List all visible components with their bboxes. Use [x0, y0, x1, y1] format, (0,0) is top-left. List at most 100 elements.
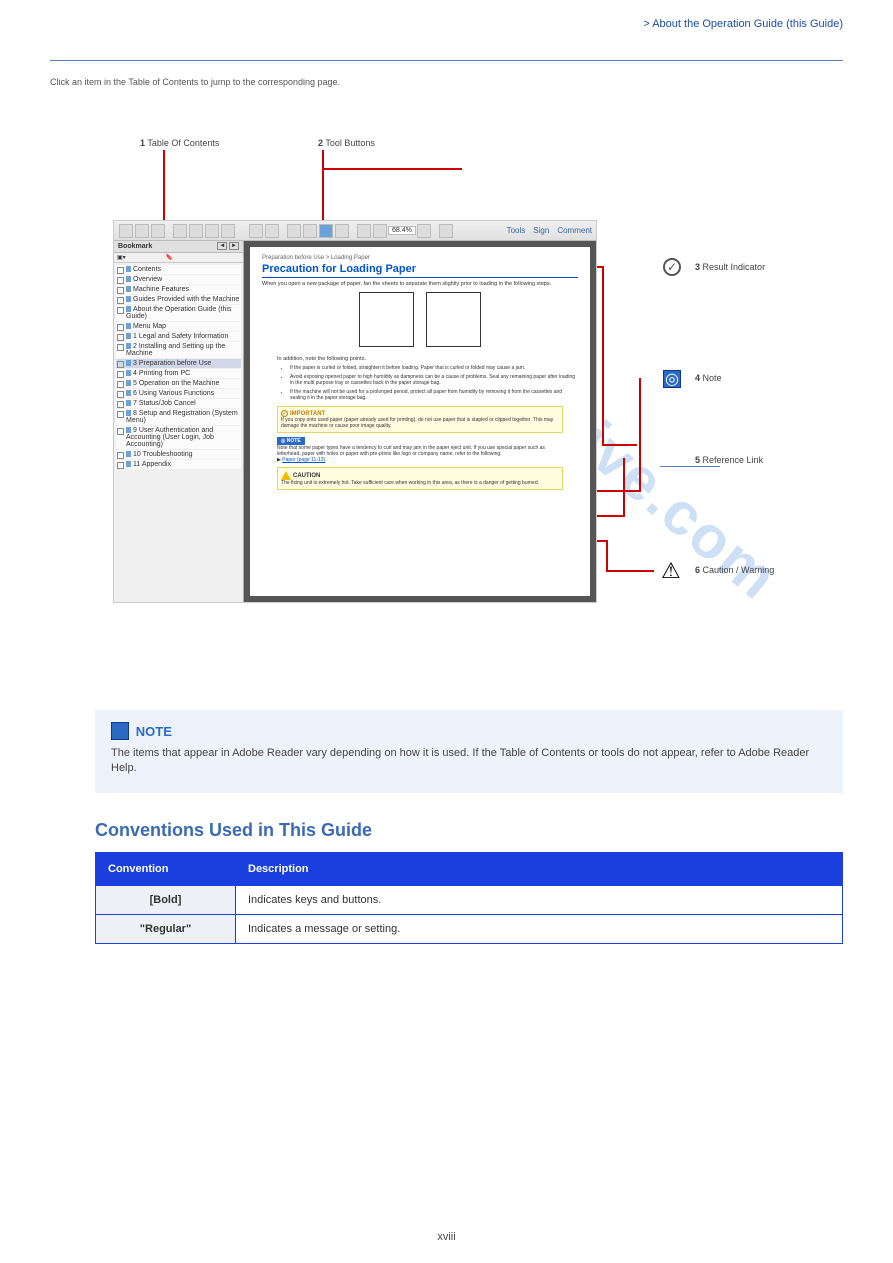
bookmark-item[interactable]: 4 Printing from PC [116, 369, 241, 378]
doc-bullet: If the machine will not be used for a pr… [290, 389, 578, 402]
check-circle-icon: ✓ [663, 258, 681, 276]
toolbar-button[interactable] [173, 224, 187, 238]
callout-line-6b [606, 540, 608, 572]
doc-bullets: If the paper is curled or folded, straig… [262, 365, 578, 402]
note-text: Note that some paper types have a tenden… [277, 445, 563, 457]
callout-line-2a [322, 150, 324, 228]
callout-4: 4 Note [695, 373, 722, 385]
page-note-block: NOTE The items that appear in Adobe Read… [95, 710, 843, 793]
fit-icon[interactable] [439, 224, 453, 238]
doc-lead: When you open a new package of paper, fa… [262, 281, 578, 288]
caution-heading: CAUTION [281, 471, 559, 480]
callout-3: 3 Result Indicator [695, 262, 765, 274]
bookmarks-sidebar: Bookmark ◄ ► ▣▾ 🔖 ContentsOverviewMachin… [114, 241, 244, 602]
callout-1: 1 Table Of Contents [140, 138, 219, 150]
bookmark-item[interactable]: Contents [116, 265, 241, 274]
sidebar-toolbar: ▣▾ 🔖 [114, 253, 243, 263]
doc-illustration [345, 292, 495, 352]
callout-line-4b [639, 378, 641, 492]
toolbar-button[interactable] [151, 224, 165, 238]
page-number: xviii [0, 1231, 893, 1243]
bookmark-item[interactable]: 9 User Authentication and Accounting (Us… [116, 426, 241, 449]
callout-line-6c [606, 570, 654, 572]
bookmark-item[interactable]: 3 Preparation before Use [116, 359, 241, 368]
options-icon[interactable]: ▣▾ [117, 254, 126, 261]
cell-convention: [Bold] [96, 886, 236, 915]
highlighted-tool-icon[interactable] [319, 224, 333, 238]
select-tool-icon[interactable] [303, 224, 317, 238]
conventions-th1: Convention [96, 853, 236, 886]
zoom-out-icon[interactable] [357, 224, 371, 238]
nav-next-icon[interactable]: ► [229, 242, 239, 250]
hand-tool-icon[interactable] [287, 224, 301, 238]
important-heading: ✓IMPORTANT [281, 410, 559, 417]
toolbar-button[interactable] [221, 224, 235, 238]
bookmark-item[interactable]: 6 Using Various Functions [116, 389, 241, 398]
zoom-dropdown-icon[interactable] [417, 224, 431, 238]
pdf-toolbar: 68.4% Tools Sign Comment [114, 221, 596, 241]
callout-line-3c [602, 444, 637, 446]
cell-description: Indicates keys and buttons. [236, 886, 843, 915]
doc-bullet: Avoid exposing opened paper to high humi… [290, 374, 578, 387]
note-block-icon [111, 722, 129, 740]
bookmark-item[interactable]: 10 Troubleshooting [116, 450, 241, 459]
tools-link[interactable]: Tools [507, 226, 526, 235]
table-row: "Regular" Indicates a message or setting… [96, 915, 843, 944]
callout-line-5b [623, 458, 625, 517]
document-area: Preparation before Use > Loading Paper P… [244, 241, 596, 602]
bookmark-item[interactable]: Machine Features [116, 285, 241, 294]
bookmarks-tree: ContentsOverviewMachine FeaturesGuides P… [114, 263, 243, 472]
note-block-text: The items that appear in Adobe Reader va… [111, 746, 827, 777]
callout-2: 2 Tool Buttons [318, 138, 375, 150]
doc-breadcrumb: Preparation before Use > Loading Paper [262, 255, 578, 261]
bookmark-item[interactable]: 7 Status/Job Cancel [116, 399, 241, 408]
bookmark-item[interactable]: 5 Operation on the Machine [116, 379, 241, 388]
note-box: ◎ NOTE Note that some paper types have a… [277, 437, 563, 463]
important-box: ✓IMPORTANT If you copy onto used paper (… [277, 406, 563, 433]
note-heading: ◎ NOTE [277, 437, 305, 445]
bookmark-item[interactable]: Overview [116, 275, 241, 284]
bookmark-item[interactable]: 1 Legal and Safety Information [116, 332, 241, 341]
conventions-th2: Description [236, 853, 843, 886]
bookmark-item[interactable]: About the Operation Guide (this Guide) [116, 305, 241, 321]
zoom-value[interactable]: 68.4% [388, 226, 416, 235]
caution-box: CAUTION The fixing unit is extremely hot… [277, 467, 563, 490]
callout-line-2b [322, 168, 462, 170]
sign-link[interactable]: Sign [533, 226, 549, 235]
bookmark-item[interactable]: 11 Appendix [116, 460, 241, 469]
table-row: [Bold] Indicates keys and buttons. [96, 886, 843, 915]
horizontal-rule [50, 60, 843, 61]
doc-bullet: If the paper is curled or folded, straig… [290, 365, 578, 372]
callout-6: 6 Caution / Warning [695, 565, 774, 577]
note-block-label: NOTE [136, 724, 172, 739]
callout-line-3b [602, 266, 604, 446]
bookmark-item[interactable]: Guides Provided with the Machine [116, 295, 241, 304]
note-link[interactable]: Paper (page 11-13) [282, 457, 325, 463]
important-text: If you copy onto used paper (paper alrea… [281, 417, 559, 429]
note-icon: ◎ [663, 370, 681, 388]
cell-convention: "Regular" [96, 915, 236, 944]
nav-prev-icon[interactable]: ◄ [217, 242, 227, 250]
cell-description: Indicates a message or setting. [236, 915, 843, 944]
bookmark-item[interactable]: 2 Installing and Setting up the Machine [116, 342, 241, 358]
bookmark-item[interactable]: Menu Map [116, 322, 241, 331]
toolbar-button[interactable] [135, 224, 149, 238]
bookmark-tab[interactable]: Bookmark ◄ ► [114, 241, 243, 253]
toolbar-button[interactable] [189, 224, 203, 238]
bookmark-item[interactable]: 8 Setup and Registration (System Menu) [116, 409, 241, 425]
doc-addition: In addition, note the following points. [262, 356, 578, 363]
bookmark-icon[interactable]: 🔖 [166, 254, 173, 261]
header-path: > About the Operation Guide (this Guide) [643, 18, 843, 30]
zoom-in-icon[interactable] [373, 224, 387, 238]
nav-down-icon[interactable] [265, 224, 279, 238]
reference-underline [660, 466, 720, 467]
comment-link[interactable]: Comment [557, 226, 592, 235]
callout-5: 5 Reference Link [695, 455, 763, 467]
nav-up-icon[interactable] [249, 224, 263, 238]
tool-icon[interactable] [335, 224, 349, 238]
toolbar-button[interactable] [205, 224, 219, 238]
caution-text: The fixing unit is extremely hot. Take s… [281, 480, 559, 486]
document-page: Preparation before Use > Loading Paper P… [250, 247, 590, 596]
toolbar-button[interactable] [119, 224, 133, 238]
warning-triangle-icon: ⚠ [661, 558, 681, 584]
